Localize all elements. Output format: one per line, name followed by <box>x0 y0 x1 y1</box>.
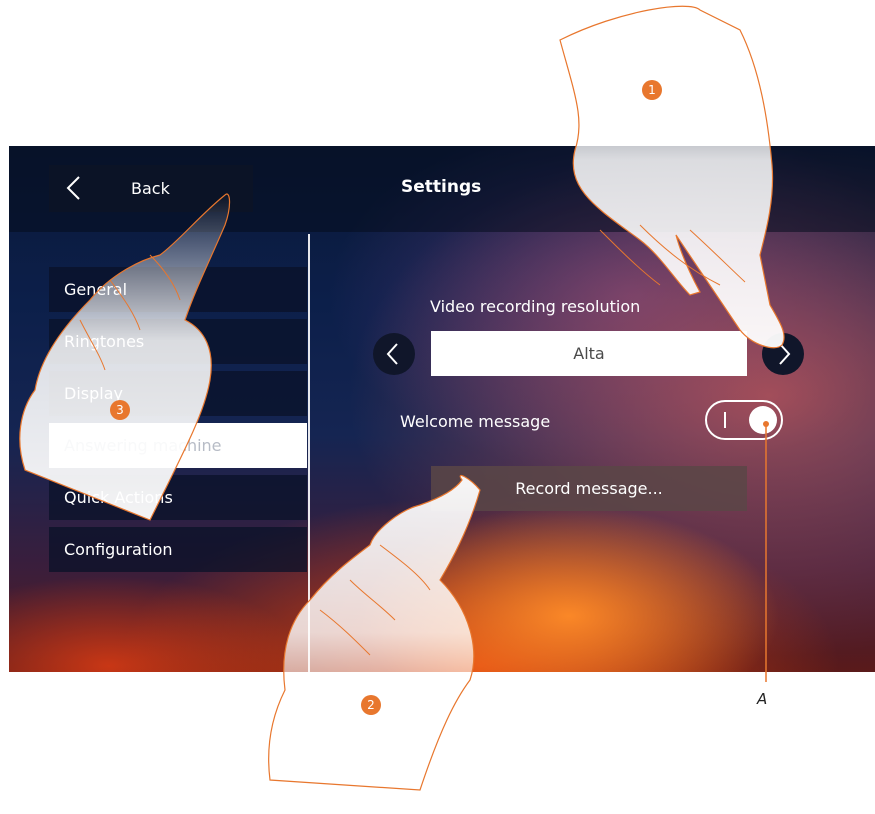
intercom-screen: Back Settings General Ringtones Display … <box>9 146 875 672</box>
video-resolution-label: Video recording resolution <box>430 297 641 316</box>
step-1-marker: 1 <box>642 80 662 100</box>
toggle-knob <box>749 406 777 434</box>
sidebar-item-label: Display <box>64 384 123 403</box>
toggle-on-mark <box>724 412 726 428</box>
sidebar-item-label: Configuration <box>64 540 173 559</box>
sidebar-item-label: General <box>64 280 128 299</box>
sidebar-item-display[interactable]: Display <box>49 371 307 416</box>
page-title: Settings <box>401 177 482 197</box>
back-label: Back <box>131 179 170 198</box>
vertical-divider <box>308 234 310 672</box>
callout-label-a: A <box>757 690 768 708</box>
resolution-value-text: Alta <box>573 344 605 363</box>
resolution-prev-button[interactable] <box>373 333 415 375</box>
sidebar-item-ringtones[interactable]: Ringtones <box>49 319 307 364</box>
chevron-right-icon <box>779 343 791 365</box>
sidebar-item-label: Quick Actions <box>64 488 173 507</box>
sidebar-item-configuration[interactable]: Configuration <box>49 527 307 572</box>
sidebar-item-label: Answering machine <box>64 436 222 455</box>
welcome-message-label: Welcome message <box>400 412 551 431</box>
resolution-next-button[interactable] <box>762 333 804 375</box>
sidebar-item-general[interactable]: General <box>49 267 307 312</box>
step-2-marker: 2 <box>361 695 381 715</box>
resolution-value[interactable]: Alta <box>431 331 747 376</box>
sidebar-item-quick-actions[interactable]: Quick Actions <box>49 475 307 520</box>
back-button[interactable]: Back <box>49 165 253 212</box>
welcome-message-toggle[interactable] <box>705 400 783 440</box>
sidebar-item-label: Ringtones <box>64 332 145 351</box>
step-3-marker: 3 <box>110 400 130 420</box>
chevron-left-icon <box>386 343 398 365</box>
record-message-button[interactable]: Record message... <box>431 466 747 511</box>
sidebar-item-answering-machine[interactable]: Answering machine <box>49 423 307 468</box>
record-message-label: Record message... <box>515 479 663 498</box>
chevron-left-icon <box>66 176 80 200</box>
